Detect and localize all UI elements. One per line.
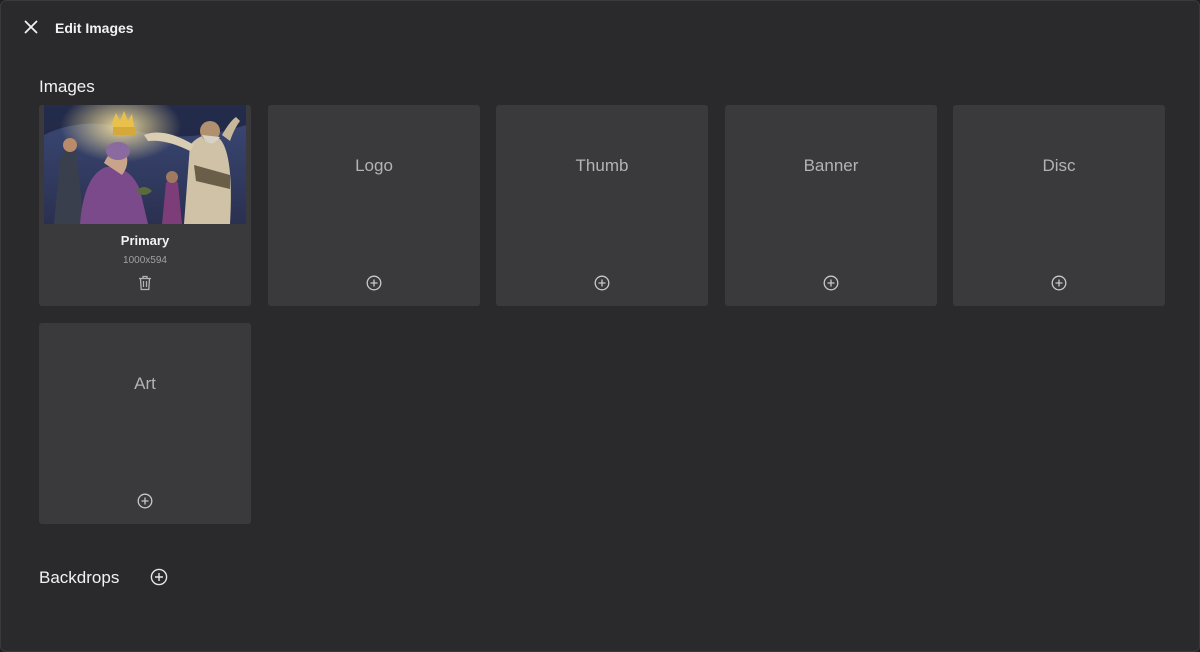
primary-dimensions: 1000x594 — [123, 255, 167, 266]
add-backdrop-button[interactable] — [149, 567, 169, 587]
art-image-card: Art — [39, 323, 251, 524]
thumb-image-card: Thumb — [496, 105, 708, 306]
add-circle-icon — [594, 275, 610, 291]
dialog-title: Edit Images — [55, 20, 134, 36]
disc-label: Disc — [1042, 156, 1076, 175]
images-section-title: Images — [39, 77, 95, 96]
add-logo-button[interactable] — [364, 273, 384, 293]
banner-label: Banner — [803, 156, 859, 175]
banner-image-card: Banner — [725, 105, 937, 306]
disc-image-card: Disc — [953, 105, 1165, 306]
edit-images-dialog: Edit Images Images Primary 1000x594 Logo… — [0, 0, 1200, 652]
delete-primary-button[interactable] — [135, 273, 155, 293]
thumb-label: Thumb — [575, 156, 629, 175]
primary-image[interactable] — [44, 105, 246, 224]
add-banner-button[interactable] — [821, 273, 841, 293]
add-circle-icon — [823, 275, 839, 291]
logo-image-card: Logo — [268, 105, 480, 306]
add-circle-icon — [150, 568, 168, 586]
primary-label: Primary — [120, 233, 170, 248]
add-disc-button[interactable] — [1049, 273, 1069, 293]
trash-icon — [139, 275, 151, 291]
art-label: Art — [134, 374, 156, 393]
add-circle-icon — [1051, 275, 1067, 291]
logo-label: Logo — [355, 156, 393, 175]
dialog-header: Edit Images — [1, 1, 1199, 55]
add-thumb-button[interactable] — [592, 273, 612, 293]
backdrops-section-title: Backdrops — [39, 568, 120, 587]
close-icon — [24, 20, 38, 34]
add-circle-icon — [137, 493, 153, 509]
primary-image-card: Primary 1000x594 — [39, 105, 251, 306]
close-button[interactable] — [19, 15, 43, 39]
add-circle-icon — [366, 275, 382, 291]
add-art-button[interactable] — [135, 491, 155, 511]
